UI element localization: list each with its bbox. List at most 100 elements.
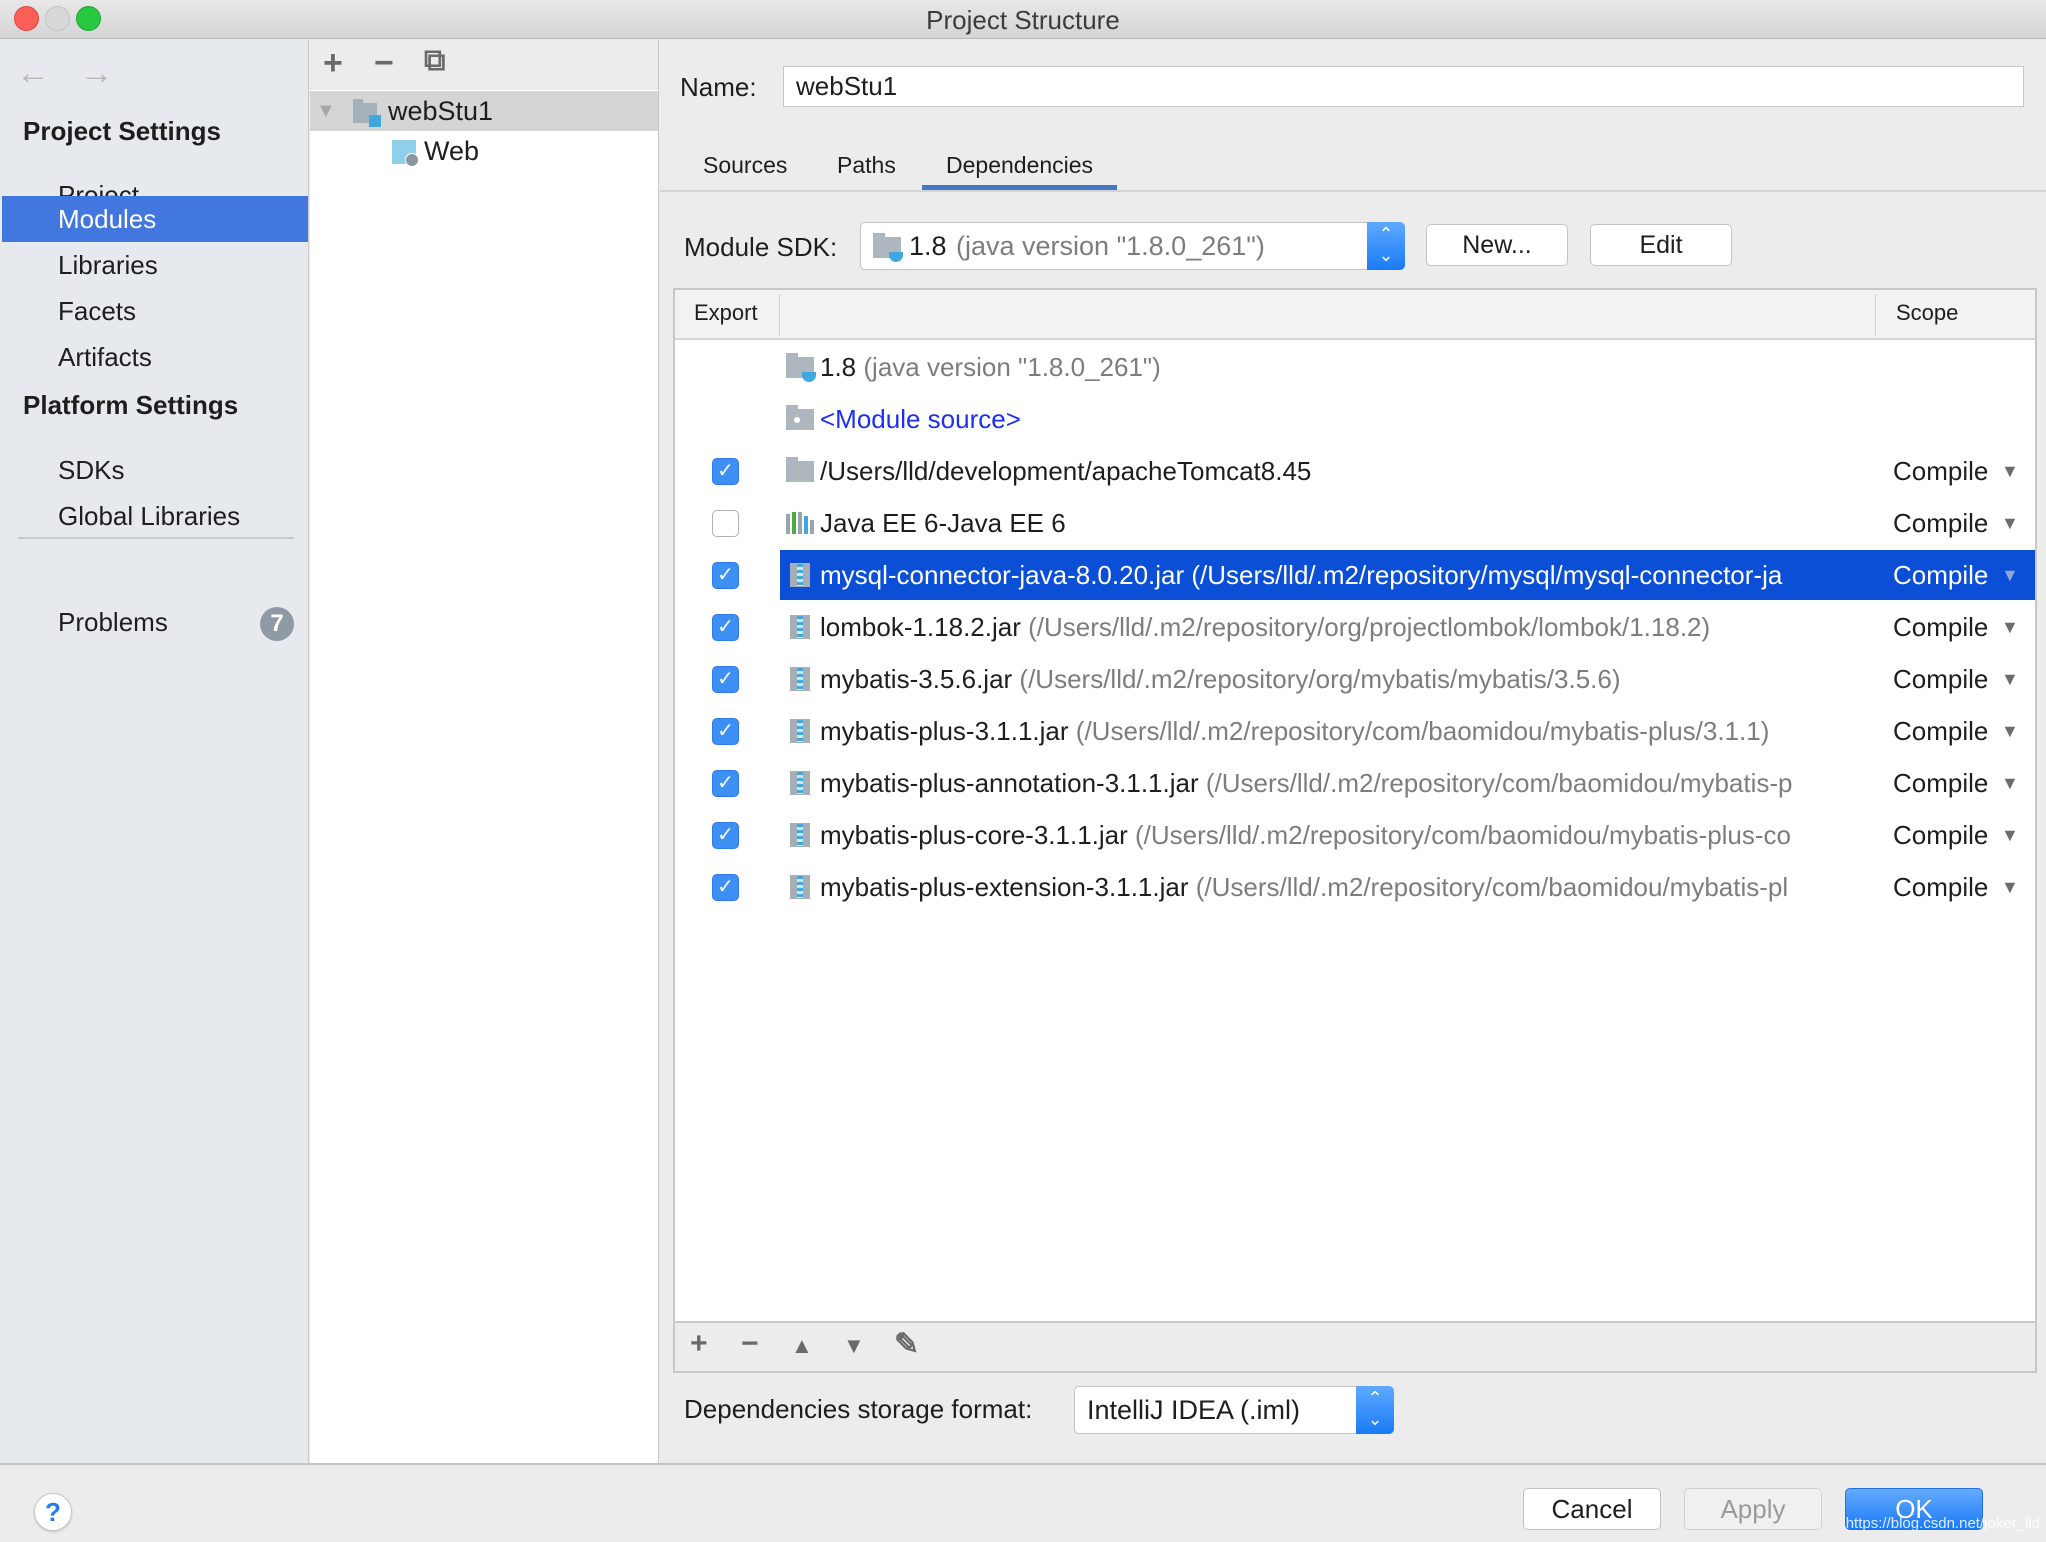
sidebar-item-global-libraries[interactable]: Global Libraries [2, 493, 308, 539]
sidebar-item-modules[interactable]: Modules [2, 196, 308, 242]
tab-dependencies[interactable]: Dependencies [922, 152, 1118, 190]
remove-module-icon[interactable]: − [374, 44, 394, 83]
dependency-name: lombok-1.18.2.jar [820, 612, 1021, 642]
name-label: Name: [680, 72, 757, 102]
jar-icon [790, 823, 810, 847]
dependency-name: 1.8 [820, 352, 857, 382]
export-column-header[interactable]: Export [694, 300, 758, 326]
dropdown-arrow-icon: ▼ [2001, 617, 2019, 637]
scope-dropdown[interactable]: Compile ▼ [1885, 810, 2035, 860]
export-checkbox[interactable]: ✓ [712, 562, 739, 589]
module-sdk-select[interactable]: 1.8 (java version "1.8.0_261") ⌃ ⌄ [860, 222, 1405, 270]
dependency-name: <Module source> [820, 404, 1021, 434]
sidebar-item-libraries[interactable]: Libraries [2, 242, 308, 288]
export-checkbox[interactable]: ✓ [712, 718, 739, 745]
export-checkbox[interactable]: ✓ [712, 822, 739, 849]
dropdown-arrow-icon: ▼ [2001, 877, 2019, 897]
copy-module-icon[interactable]: ⧉ [424, 44, 445, 78]
dependency-row[interactable]: ✓ mybatis-3.5.6.jar (/Users/lld/.m2/repos… [675, 654, 2035, 704]
jar-icon [790, 563, 810, 587]
tab-paths[interactable]: Paths [827, 152, 906, 190]
module-tabs: Sources Paths Dependencies [660, 140, 2046, 192]
dropdown-arrow-icon: ▼ [2001, 825, 2019, 845]
forward-arrow-icon[interactable]: → [79, 54, 113, 92]
module-name-input[interactable] [783, 66, 2024, 107]
new-sdk-button[interactable]: New... [1426, 224, 1568, 266]
dependency-name: mybatis-plus-core-3.1.1.jar [820, 820, 1128, 850]
tree-node-label: webStu1 [388, 96, 494, 126]
scope-dropdown[interactable]: Compile ▼ [1885, 758, 2035, 808]
export-checkbox[interactable] [712, 510, 739, 537]
library-icon [786, 512, 814, 534]
dependency-row[interactable]: <Module source> [675, 394, 2035, 444]
dependency-row[interactable]: 1.8 (java version "1.8.0_261") [675, 342, 2035, 392]
problems-count-badge: 7 [260, 607, 294, 641]
scope-value: Compile [1893, 872, 1989, 902]
export-checkbox[interactable]: ✓ [712, 614, 739, 641]
sidebar-item-problems[interactable]: Problems 7 [2, 599, 308, 645]
table-header: Export Scope [675, 290, 2035, 340]
sidebar-divider [18, 537, 294, 539]
jar-icon [790, 615, 810, 639]
scope-value: Compile [1893, 456, 1989, 486]
storage-format-select[interactable]: IntelliJ IDEA (.iml) ⌃ ⌄ [1074, 1386, 1394, 1434]
web-facet-icon [392, 140, 419, 167]
move-up-icon[interactable]: ▲ [791, 1333, 813, 1359]
help-button[interactable]: ? [34, 1493, 72, 1531]
scope-dropdown[interactable]: Compile ▼ [1885, 706, 2035, 756]
scope-dropdown[interactable]: Compile ▼ [1885, 446, 2035, 496]
dependency-row[interactable]: ✓ mysql-connector-java-8.0.20.jar (/Users… [675, 550, 2035, 600]
tree-node-label: Web [424, 136, 480, 166]
storage-format-value: IntelliJ IDEA (.iml) [1087, 1395, 1301, 1425]
dependency-row[interactable]: ✓ mybatis-plus-3.1.1.jar (/Users/lld/.m2/… [675, 706, 2035, 756]
edit-sdk-button[interactable]: Edit [1590, 224, 1732, 266]
dependency-row[interactable]: Java EE 6-Java EE 6 Compile ▼ [675, 498, 2035, 548]
tree-node-web[interactable]: Web [310, 131, 658, 171]
scope-dropdown[interactable]: Compile ▼ [1885, 654, 2035, 704]
tree-node-webstu1[interactable]: ▼ webStu1 [310, 91, 658, 131]
apply-button[interactable]: Apply [1684, 1488, 1822, 1530]
sidebar-item-artifacts[interactable]: Artifacts [2, 334, 308, 380]
tab-sources[interactable]: Sources [693, 152, 797, 190]
dependency-row[interactable]: ✓ lombok-1.18.2.jar (/Users/lld/.m2/repos… [675, 602, 2035, 652]
export-checkbox[interactable]: ✓ [712, 770, 739, 797]
dependency-row[interactable]: ✓ /Users/lld/development/apacheTomcat8.45… [675, 446, 2035, 496]
export-checkbox[interactable]: ✓ [712, 874, 739, 901]
export-checkbox[interactable]: ✓ [712, 458, 739, 485]
scope-value: Compile [1893, 768, 1989, 798]
export-checkbox[interactable]: ✓ [712, 666, 739, 693]
dependency-path: (/Users/lld/.m2/repository/org/projectlo… [1028, 612, 1711, 642]
dependency-row[interactable]: ✓ mybatis-plus-core-3.1.1.jar (/Users/lld… [675, 810, 2035, 860]
module-folder-icon [353, 99, 381, 127]
edit-pencil-icon[interactable]: ✎ [894, 1327, 919, 1362]
add-dependency-icon[interactable]: + [690, 1327, 708, 1361]
back-arrow-icon[interactable]: ← [16, 54, 50, 92]
scope-column-header[interactable]: Scope [1876, 300, 1958, 326]
scope-dropdown[interactable]: Compile ▼ [1885, 602, 2035, 652]
dropdown-arrow-icon: ▼ [2001, 461, 2019, 481]
dependency-row[interactable]: ✓ mybatis-plus-annotation-3.1.1.jar (/Use… [675, 758, 2035, 808]
scope-dropdown[interactable]: Compile ▼ [1885, 498, 2035, 548]
project-settings-header: Project Settings [23, 116, 221, 146]
dependency-row[interactable]: ✓ mybatis-plus-extension-3.1.1.jar (/User… [675, 862, 2035, 912]
dropdown-arrow-icon: ▼ [2001, 513, 2019, 533]
scope-value: Compile [1893, 716, 1989, 746]
scope-dropdown[interactable]: Compile ▼ [1885, 550, 2035, 600]
sidebar-item-facets[interactable]: Facets [2, 288, 308, 334]
jdk-icon [873, 233, 903, 262]
cancel-button[interactable]: Cancel [1523, 1488, 1661, 1530]
window-title: Project Structure [926, 5, 1120, 35]
scope-value: Compile [1893, 820, 1989, 850]
scope-dropdown[interactable]: Compile ▼ [1885, 862, 2035, 912]
sidebar-item-sdks[interactable]: SDKs [2, 447, 308, 493]
remove-dependency-icon[interactable]: − [741, 1327, 759, 1361]
dropdown-arrow-icon: ▼ [2001, 773, 2019, 793]
title-bar: Project Structure [0, 0, 2046, 39]
dependency-path: (/Users/lld/.m2/repository/com/baomidou/… [1075, 716, 1770, 746]
scope-value: Compile [1893, 612, 1989, 642]
expand-triangle-icon[interactable]: ▼ [316, 91, 336, 131]
storage-format-label: Dependencies storage format: [684, 1394, 1033, 1424]
move-down-icon[interactable]: ▼ [843, 1333, 865, 1359]
dropdown-arrow-icon: ▼ [2001, 721, 2019, 741]
add-module-icon[interactable]: + [323, 44, 343, 83]
